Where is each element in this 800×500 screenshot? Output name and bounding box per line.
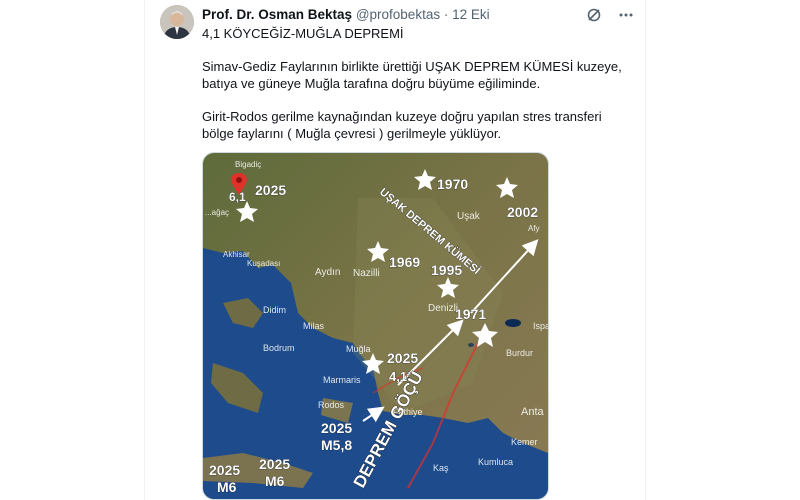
- place-burdur: Burdur: [506, 348, 533, 358]
- event-2025-b-year: 2025: [259, 456, 290, 472]
- place-kemer: Kemer: [511, 437, 538, 447]
- author-avatar[interactable]: [160, 5, 194, 39]
- tweet-text: 4,1 KÖYCEĞİZ-MUĞLA DEPREMİ Simav-Gediz F…: [202, 25, 632, 158]
- place-usak: Uşak: [457, 211, 481, 222]
- author-name[interactable]: Prof. Dr. Osman Bektaş: [202, 7, 352, 22]
- place-soma: ...ağaç: [205, 208, 229, 217]
- event-1970: 1970: [437, 176, 468, 192]
- more-icon[interactable]: [617, 6, 635, 24]
- place-isparta: Ispa: [533, 321, 548, 331]
- event-2025-rodos-year: 2025: [321, 420, 352, 436]
- header-separator: ·: [443, 7, 449, 22]
- place-marmaris: Marmaris: [323, 375, 361, 385]
- event-2002: 2002: [507, 204, 538, 220]
- place-mugla: Muğla: [346, 344, 371, 354]
- timeline-right-border: [645, 0, 646, 500]
- event-1969: 1969: [389, 254, 420, 270]
- place-bodrum: Bodrum: [263, 343, 295, 353]
- timeline-left-border: [144, 0, 145, 500]
- place-aydin: Aydın: [315, 267, 340, 278]
- event-2025-a-year: 2025: [209, 462, 240, 478]
- place-bigadic: Bigadiç: [235, 160, 261, 169]
- place-kumluca: Kumluca: [478, 457, 513, 467]
- place-milas: Milas: [303, 321, 325, 331]
- place-kusadasi: Kuşadası: [247, 259, 280, 268]
- tweet-header-actions: [585, 6, 635, 24]
- tweet-media-map[interactable]: Bigadiç ...ağaç Akhisar Kuşadası Aydın N…: [202, 152, 549, 500]
- place-afyon: Afy: [528, 224, 540, 233]
- place-didim: Didim: [263, 305, 286, 315]
- event-2025-simav-magnitude: 6,1: [229, 190, 246, 204]
- event-1971: 1971: [455, 306, 486, 322]
- earthquake-map: Bigadiç ...ağaç Akhisar Kuşadası Aydın N…: [203, 153, 548, 499]
- tweet[interactable]: Prof. Dr. Osman Bektaş @profobektas · 12…: [160, 0, 635, 500]
- place-kas: Kaş: [433, 463, 449, 473]
- author-handle[interactable]: @profobektas: [356, 7, 440, 22]
- place-akhisar: Akhisar: [223, 250, 250, 259]
- event-2025-b-magnitude: M6: [265, 473, 285, 489]
- event-2025-simav-year: 2025: [255, 182, 286, 198]
- event-2025-rodos-magnitude: M5,8: [321, 437, 352, 453]
- place-denizli: Denizli: [428, 303, 458, 314]
- place-rodos: Rodos: [318, 400, 345, 410]
- event-2025-a-magnitude: M6: [217, 479, 237, 495]
- tweet-paragraph-1: Simav-Gediz Faylarının birlikte ürettiği…: [202, 59, 622, 91]
- place-nazilli: Nazilli: [353, 268, 380, 279]
- place-antalya: Anta: [521, 406, 545, 418]
- tweet-date[interactable]: 12 Eki: [452, 7, 490, 22]
- event-1995: 1995: [431, 262, 462, 278]
- tweet-header: Prof. Dr. Osman Bektaş @profobektas · 12…: [202, 7, 490, 22]
- event-2025-mugla-year: 2025: [387, 350, 418, 366]
- tweet-title: 4,1 KÖYCEĞİZ-MUĞLA DEPREMİ: [202, 26, 404, 41]
- tweet-paragraph-2: Girit-Rodos gerilme kaynağından kuzeye d…: [202, 109, 602, 141]
- grok-icon[interactable]: [585, 6, 603, 24]
